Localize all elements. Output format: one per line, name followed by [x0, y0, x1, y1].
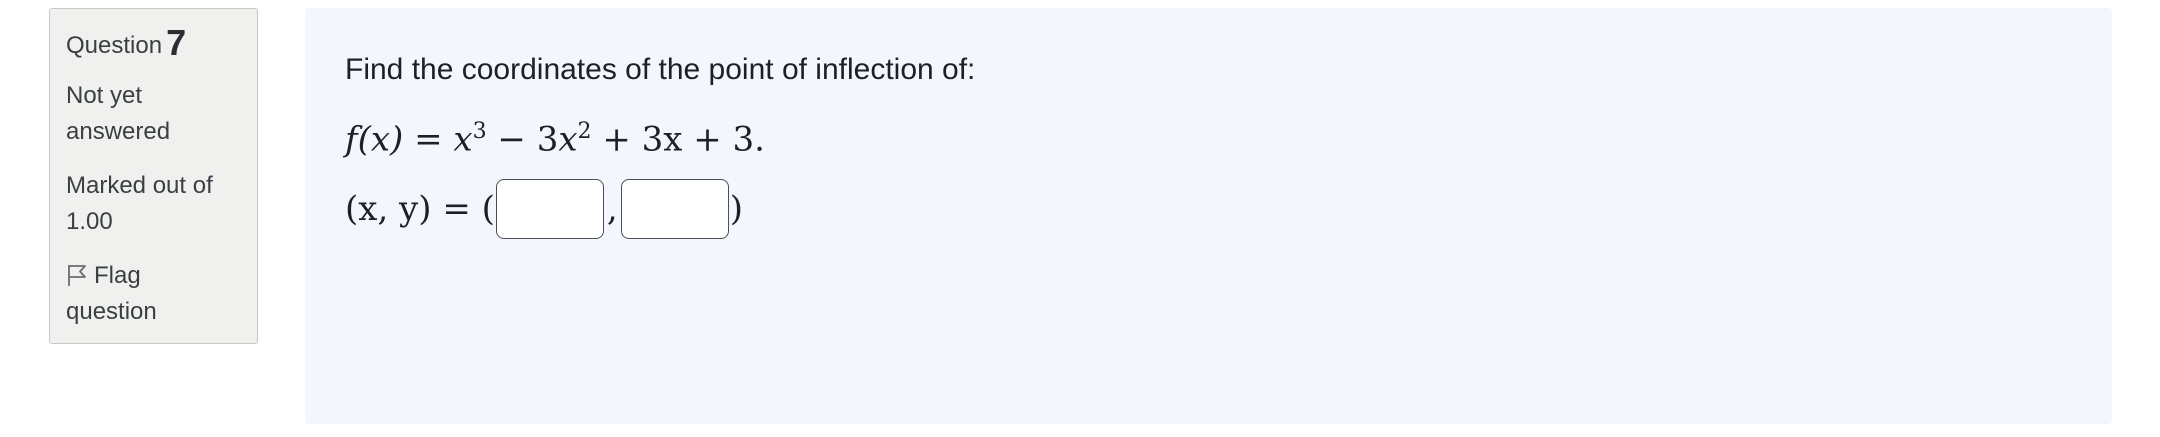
state-line-1: Not yet: [66, 82, 143, 109]
question-grade: Marked out of 1.00: [66, 168, 241, 240]
formula-op-minus: − 3: [486, 119, 559, 160]
question-label: Question: [66, 32, 163, 59]
formula-exponent-3: 3: [472, 119, 487, 144]
grade-line-1: Marked out of: [66, 172, 213, 199]
y-coordinate-input[interactable]: [620, 179, 729, 240]
flag-label-line-2[interactable]: question: [66, 294, 241, 330]
answer-close-paren: ): [729, 189, 743, 230]
flag-label-line-1[interactable]: Flag: [94, 262, 141, 289]
formula-x-squared-base: x: [558, 119, 578, 160]
question-number: 7: [166, 22, 187, 63]
formula-x-cubed-base: x: [453, 119, 473, 160]
question-state: Not yet answered: [66, 78, 241, 150]
function-formula: f(x) = x3 − 3x2 + 3x + 3.: [345, 110, 2072, 161]
formula-exponent-2: 2: [577, 119, 592, 144]
question-content: Find the coordinates of the point of inf…: [305, 8, 2112, 424]
flag-question-button[interactable]: Flag question: [66, 258, 241, 330]
state-line-2: answered: [66, 118, 171, 145]
question-heading: Question 7: [66, 23, 241, 64]
answer-comma: ,: [606, 189, 618, 230]
answer-lhs: (x, y) = (: [345, 189, 495, 230]
flag-icon: [66, 263, 88, 287]
question-prompt: Find the coordinates of the point of inf…: [345, 53, 976, 86]
x-coordinate-input[interactable]: [495, 179, 604, 240]
formula-lhs: f(x) =: [345, 119, 454, 160]
question-info-panel: Question 7 Not yet answered Marked out of…: [49, 8, 258, 344]
answer-row: (x, y) = ( , ): [345, 179, 2072, 240]
formula-rest: + 3x + 3.: [591, 119, 765, 160]
grade-line-2: 1.00: [66, 208, 113, 235]
